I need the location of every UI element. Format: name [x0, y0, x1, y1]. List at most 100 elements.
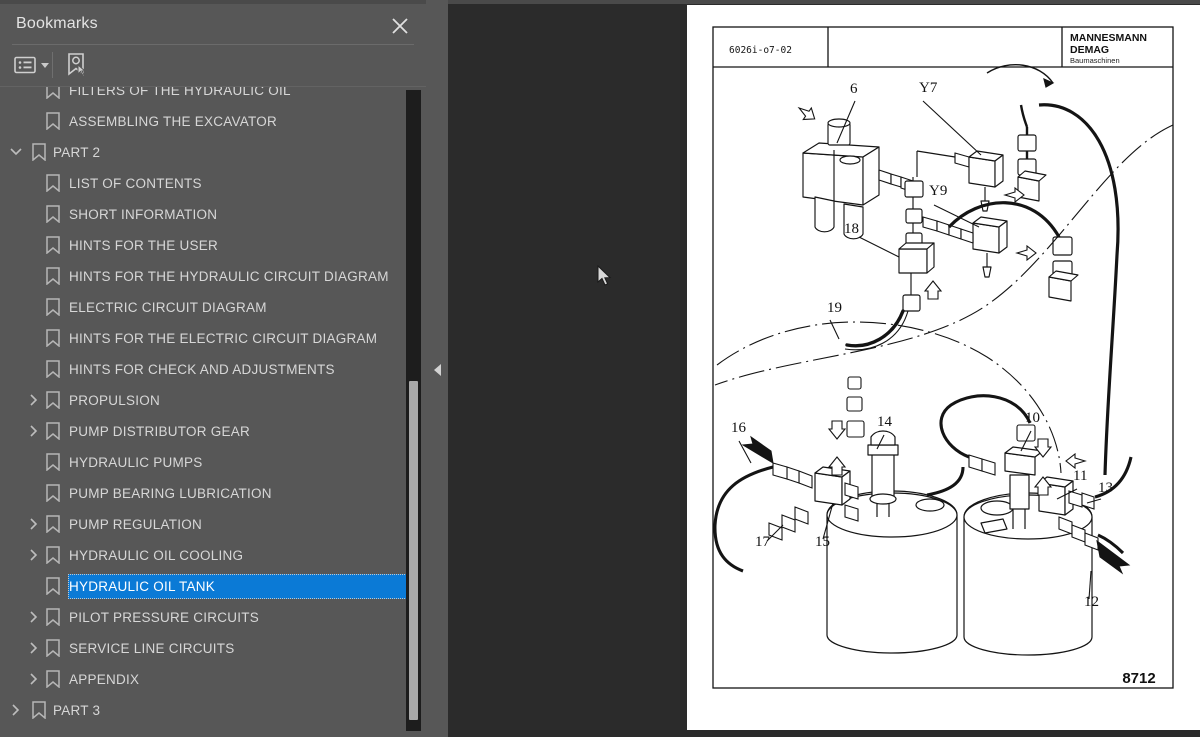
bookmark-icon: [46, 174, 60, 193]
chevron-right-icon[interactable]: [26, 547, 42, 563]
bookmark-icon: [46, 298, 60, 317]
callout-label: 17: [755, 534, 771, 550]
new-bookmark-icon[interactable]: [64, 50, 88, 78]
pdf-viewer: 6026i-o7-02 MANNESMANN DEMAG Baumaschine…: [448, 0, 1200, 737]
bookmark-item[interactable]: PART 2: [0, 137, 410, 168]
chevron-right-icon[interactable]: [8, 702, 24, 718]
bookmark-item-label: PUMP DISTRIBUTOR GEAR: [69, 424, 251, 439]
bookmark-item[interactable]: HYDRAULIC OIL COOLING: [0, 540, 410, 571]
callout-label: 13: [1098, 480, 1113, 496]
bookmark-item[interactable]: FILTERS OF THE HYDRAULIC OIL: [0, 87, 410, 106]
chevron-right-icon[interactable]: [26, 640, 42, 656]
bookmark-item-label: HINTS FOR THE ELECTRIC CIRCUIT DIAGRAM: [69, 331, 378, 346]
bookmark-item-label: PUMP REGULATION: [69, 517, 203, 532]
bookmark-item[interactable]: PUMP BEARING LUBRICATION: [0, 478, 410, 509]
bookmarks-tree[interactable]: FILTERS OF THE HYDRAULIC OIL ASSEMBLING T…: [0, 87, 426, 737]
bookmark-icon: [32, 143, 46, 162]
bookmark-item[interactable]: PILOT PRESSURE CIRCUITS: [0, 602, 410, 633]
bookmarks-panel: Bookmarks FILTERS OF THE HYDRAULIC OIL A…: [0, 0, 426, 737]
chevron-right-icon[interactable]: [26, 423, 42, 439]
bookmark-icon: [46, 484, 60, 503]
bookmark-icon: [46, 360, 60, 379]
bookmark-item[interactable]: PUMP REGULATION: [0, 509, 410, 540]
list-options-icon[interactable]: [14, 51, 49, 79]
bookmark-icon: [46, 577, 60, 596]
bookmark-item[interactable]: PART 3: [0, 695, 410, 726]
bookmarks-toolbar: [0, 46, 426, 86]
bookmark-item[interactable]: HINTS FOR THE ELECTRIC CIRCUIT DIAGRAM: [0, 323, 410, 354]
chevron-down-icon[interactable]: [8, 144, 24, 160]
bookmark-item-label: HINTS FOR CHECK AND ADJUSTMENTS: [69, 362, 335, 377]
bookmark-icon: [46, 236, 60, 255]
bookmark-item[interactable]: LIST OF CONTENTS: [0, 168, 410, 199]
callout-label: 10: [1025, 410, 1040, 426]
bookmark-item[interactable]: HYDRAULIC PUMPS: [0, 447, 410, 478]
bookmark-item-label: ELECTRIC CIRCUIT DIAGRAM: [69, 300, 267, 315]
bookmark-item[interactable]: SHORT INFORMATION: [0, 199, 410, 230]
bookmark-item-label: HYDRAULIC PUMPS: [69, 455, 203, 470]
bookmark-icon: [46, 205, 60, 224]
manufacturer-line-2: DEMAG: [1070, 44, 1109, 56]
bookmark-icon: [46, 515, 60, 534]
bookmark-item-label: APPENDIX: [69, 672, 140, 687]
callout-label: 15: [815, 534, 830, 550]
callout-label: 14: [877, 414, 893, 430]
bookmark-item-label: PART 3: [53, 703, 101, 718]
manufacturer-line-1: MANNESMANN: [1070, 32, 1147, 44]
bookmark-item[interactable]: HINTS FOR THE USER: [0, 230, 410, 261]
panel-divider[interactable]: [426, 0, 448, 737]
chevron-down-icon: [41, 62, 49, 68]
bookmark-icon: [46, 391, 60, 410]
bookmark-item[interactable]: HYDRAULIC OIL TANK: [0, 571, 410, 602]
bookmark-icon: [46, 87, 60, 100]
viewer-top-edge: [448, 0, 1200, 4]
bookmark-item[interactable]: PROPULSION: [0, 385, 410, 416]
toolbar-separator: [52, 52, 53, 78]
collapse-left-arrow-icon[interactable]: [434, 364, 441, 376]
bookmark-icon: [46, 267, 60, 286]
callout-label: Y9: [929, 183, 947, 199]
callout-label: 16: [731, 420, 747, 436]
bookmark-item[interactable]: HINTS FOR THE HYDRAULIC CIRCUIT DIAGRAM: [0, 261, 410, 292]
manufacturer-line-3: Baumaschinen: [1070, 56, 1120, 65]
bookmark-icon: [32, 701, 46, 720]
bookmark-icon: [46, 329, 60, 348]
bookmark-item[interactable]: PUMP DISTRIBUTOR GEAR: [0, 416, 410, 447]
bookmark-item[interactable]: ASSEMBLING THE EXCAVATOR: [0, 106, 410, 137]
bookmark-item-label: HINTS FOR THE USER: [69, 238, 219, 253]
bookmark-icon: [46, 670, 60, 689]
bookmark-item-label: ASSEMBLING THE EXCAVATOR: [69, 114, 278, 129]
bookmark-icon: [46, 422, 60, 441]
bookmark-item[interactable]: ELECTRIC CIRCUIT DIAGRAM: [0, 292, 410, 323]
bookmark-item-label: PILOT PRESSURE CIRCUITS: [69, 610, 260, 625]
bookmark-item-label: PART 2: [53, 145, 101, 160]
bookmark-item-label: FILTERS OF THE HYDRAULIC OIL: [69, 87, 291, 98]
bookmark-item-label: HYDRAULIC OIL TANK: [69, 579, 216, 594]
panel-title: Bookmarks: [16, 15, 98, 32]
chevron-right-icon[interactable]: [26, 671, 42, 687]
bookmark-item-label: SHORT INFORMATION: [69, 207, 218, 222]
bookmark-item-label: HINTS FOR THE HYDRAULIC CIRCUIT DIAGRAM: [69, 269, 389, 284]
pdf-page[interactable]: 6026i-o7-02 MANNESMANN DEMAG Baumaschine…: [687, 5, 1200, 730]
callout-label: 12: [1084, 594, 1099, 610]
application-window: Bookmarks FILTERS OF THE HYDRAULIC OIL A…: [0, 0, 1200, 737]
bookmark-item[interactable]: SERVICE LINE CIRCUITS: [0, 633, 410, 664]
bookmarks-scrollbar-thumb[interactable]: [409, 381, 418, 720]
chevron-right-icon[interactable]: [26, 516, 42, 532]
callout-label: 11: [1073, 468, 1087, 484]
bookmark-item[interactable]: HINTS FOR CHECK AND ADJUSTMENTS: [0, 354, 410, 385]
bookmark-icon: [46, 112, 60, 131]
bookmark-icon: [46, 639, 60, 658]
bookmarks-scrollbar-track[interactable]: [406, 90, 421, 731]
chevron-right-icon[interactable]: [26, 392, 42, 408]
callout-label: Y7: [919, 80, 938, 96]
bookmark-icon: [46, 608, 60, 627]
callout-label: 6: [850, 81, 858, 97]
close-icon[interactable]: [390, 16, 410, 36]
bookmark-item[interactable]: APPENDIX: [0, 664, 410, 695]
bookmark-item-label: HYDRAULIC OIL COOLING: [69, 548, 244, 563]
bookmark-item-label: LIST OF CONTENTS: [69, 176, 202, 191]
chevron-right-icon[interactable]: [26, 609, 42, 625]
callout-label: 18: [844, 221, 859, 237]
bookmark-item-label: PUMP BEARING LUBRICATION: [69, 486, 272, 501]
